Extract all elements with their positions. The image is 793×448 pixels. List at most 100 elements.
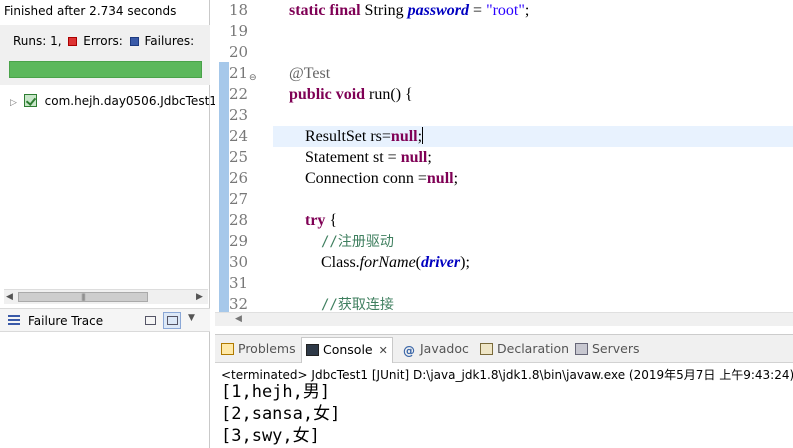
- scroll-right-arrow-icon[interactable]: ▶: [196, 292, 203, 302]
- line-number: 25: [229, 148, 249, 166]
- code-area[interactable]: static final String password = "root"; @…: [273, 0, 793, 313]
- console-icon: [306, 344, 319, 356]
- text-caret: [422, 127, 424, 144]
- expand-chevron-icon[interactable]: ▷: [10, 98, 20, 108]
- runs-label: Runs:: [13, 34, 47, 48]
- overview-ruler: [215, 0, 229, 312]
- code-keyword: try: [305, 212, 326, 229]
- ruler-highlight: [219, 62, 229, 312]
- view-menu-button[interactable]: ▼: [187, 312, 199, 329]
- code-method: forName: [359, 254, 416, 271]
- code-punct: ;: [453, 170, 459, 187]
- bottom-views-panel: Problems Console ✕ @ Javadoc Declaration S…: [215, 334, 793, 448]
- code-text: Class.: [321, 254, 360, 271]
- code-string: "root": [486, 2, 525, 19]
- junit-panel: Finished after 2.734 seconds Runs: 1, Er…: [0, 0, 217, 448]
- failure-trace-header: Failure Trace ▼: [0, 308, 210, 332]
- failures-icon: [129, 37, 139, 46]
- tab-servers[interactable]: Servers: [575, 340, 640, 362]
- code-keyword: null: [400, 149, 428, 166]
- at-sign-icon: @: [403, 344, 415, 358]
- console-output[interactable]: [1,hejh,男] [2,sansa,女] [3,swy,女]: [221, 381, 340, 447]
- problems-icon: [221, 343, 234, 355]
- line-number: 28: [229, 211, 249, 229]
- line-number: 19: [229, 22, 249, 40]
- code-field: password: [407, 2, 470, 19]
- junit-counters: Runs: 1, Errors: Failures:: [0, 25, 210, 85]
- line-number: 24: [229, 127, 249, 145]
- tab-declaration[interactable]: Declaration: [480, 340, 569, 362]
- code-text: Statement st =: [305, 149, 401, 166]
- tab-javadoc[interactable]: @ Javadoc: [403, 340, 469, 362]
- code-text: ResultSet rs=: [305, 128, 391, 145]
- line-number: 21: [229, 64, 249, 82]
- code-operator: =: [469, 2, 487, 19]
- code-keyword: null: [426, 170, 454, 187]
- code-line-18[interactable]: static final String password = "root";: [273, 0, 793, 21]
- code-line-28[interactable]: try {: [273, 210, 793, 231]
- declaration-icon: [480, 343, 493, 355]
- runs-value: 1,: [50, 34, 62, 48]
- code-punct: ;: [427, 149, 432, 166]
- code-field: driver: [421, 254, 461, 271]
- editor-horizontal-scrollbar[interactable]: ◀: [215, 312, 793, 326]
- errors-icon: [68, 37, 78, 46]
- code-annotation: @Test: [289, 65, 331, 82]
- console-line: [1,hejh,男]: [221, 382, 331, 402]
- compare-icon: [166, 316, 178, 325]
- code-punct: ;: [524, 2, 530, 19]
- test-tree-item-label: com.hejh.day0506.JdbcTest1: [44, 94, 217, 108]
- test-tree-item[interactable]: ▷ com.hejh.day0506.JdbcTest1: [10, 94, 217, 111]
- test-tree-scrollbar[interactable]: ◀ ||| ▶: [4, 289, 208, 304]
- console-line: [2,sansa,女]: [221, 404, 341, 424]
- line-number: 22: [229, 85, 249, 103]
- tab-console[interactable]: Console ✕: [301, 337, 393, 363]
- tab-console-label: Console: [323, 342, 373, 357]
- line-number-21: 21 ⊖: [229, 63, 265, 84]
- line-number: 30: [229, 253, 249, 271]
- tab-problems[interactable]: Problems: [221, 340, 296, 362]
- tab-servers-label: Servers: [592, 341, 640, 356]
- line-number: 26: [229, 169, 249, 187]
- code-text: {: [325, 212, 338, 229]
- close-icon[interactable]: ✕: [379, 344, 388, 357]
- filter-stack-trace-button[interactable]: [141, 312, 159, 329]
- failures-label: Failures:: [144, 34, 195, 48]
- line-number: 31: [229, 274, 249, 292]
- code-comment: //注册驱动: [321, 234, 394, 250]
- console-line: [3,swy,女]: [221, 426, 320, 446]
- line-number-gutter: 18 19 20 21 ⊖ 22 23 24 25 26 27 28 29 30 …: [229, 0, 273, 313]
- scroll-left-arrow-icon[interactable]: ◀: [6, 292, 13, 302]
- code-keyword: static final: [289, 2, 361, 19]
- junit-finished-text: Finished after 2.734 seconds: [4, 4, 177, 18]
- code-comment: //获取连接: [321, 297, 394, 313]
- code-type: String: [360, 2, 408, 19]
- code-line-29[interactable]: //注册驱动: [273, 231, 793, 252]
- junit-progress-bar: [9, 61, 202, 78]
- code-punct: );: [460, 254, 470, 271]
- code-keyword: public void: [289, 86, 366, 103]
- line-number: 23: [229, 106, 249, 124]
- code-editor[interactable]: 18 19 20 21 ⊖ 22 23 24 25 26 27 28 29 30 …: [215, 0, 793, 326]
- code-line-21[interactable]: @Test: [273, 63, 793, 84]
- test-suite-pass-icon: [23, 94, 37, 107]
- line-number: 20: [229, 43, 249, 61]
- code-line-25[interactable]: Statement st = null;: [273, 147, 793, 168]
- servers-icon: [575, 343, 588, 355]
- scrollbar-thumb[interactable]: |||: [18, 292, 148, 302]
- failure-trace-label: Failure Trace: [28, 314, 104, 328]
- line-number: 27: [229, 190, 249, 208]
- junit-counter-row: Runs: 1, Errors: Failures:: [13, 34, 194, 48]
- scroll-left-arrow-icon[interactable]: ◀: [235, 314, 242, 324]
- errors-label: Errors:: [83, 34, 123, 48]
- code-line-26[interactable]: Connection conn =null;: [273, 168, 793, 189]
- tab-javadoc-label: Javadoc: [420, 341, 469, 356]
- line-number: 29: [229, 232, 249, 250]
- code-text: run() {: [365, 86, 413, 103]
- code-line-24-current[interactable]: ResultSet rs=null;: [273, 126, 793, 147]
- line-number: 18: [229, 1, 249, 19]
- compare-result-button[interactable]: [163, 312, 181, 329]
- filter-icon: [144, 316, 156, 325]
- code-line-22[interactable]: public void run() {: [273, 84, 793, 105]
- code-line-30[interactable]: Class.forName(driver);: [273, 252, 793, 273]
